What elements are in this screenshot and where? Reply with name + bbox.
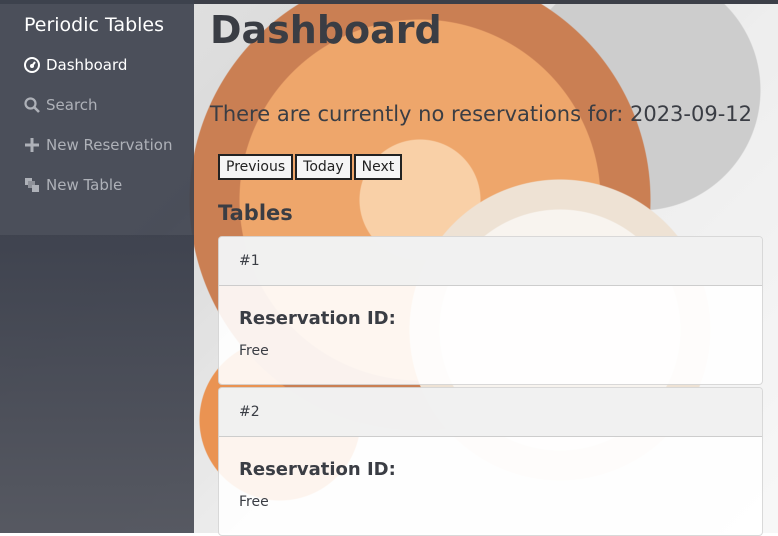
plus-icon (24, 137, 40, 153)
table-card: #2 Reservation ID: Free (218, 387, 763, 536)
date-controls: Previous Today Next (218, 154, 404, 180)
sidebar-item-new-table[interactable]: New Table (24, 176, 122, 194)
page-title: Dashboard (210, 8, 442, 52)
sidebar-lower-panel (0, 235, 194, 533)
sidebar-item-label: Search (46, 96, 98, 114)
sidebar-item-dashboard[interactable]: Dashboard (24, 56, 127, 74)
reservation-id-label: Reservation ID: (239, 308, 396, 329)
sidebar-item-search[interactable]: Search (24, 96, 98, 114)
dashboard-icon (24, 57, 40, 73)
sidebar-item-label: Dashboard (46, 56, 128, 74)
main-content: Dashboard There are currently no reserva… (194, 0, 778, 536)
tables-heading: Tables (218, 201, 293, 225)
sidebar-item-label: New Table (46, 176, 123, 194)
table-card-body: Reservation ID: Free (219, 437, 762, 535)
table-name: #1 (219, 237, 762, 286)
table-name: #2 (219, 388, 762, 437)
previous-button[interactable]: Previous (218, 154, 294, 180)
next-button[interactable]: Next (353, 154, 403, 180)
brand-title[interactable]: Periodic Tables (0, 14, 188, 36)
sidebar-item-new-reservation[interactable]: New Reservation (24, 136, 172, 154)
reservations-message: There are currently no reservations for:… (210, 102, 753, 126)
sidebar-item-label: New Reservation (46, 136, 173, 154)
table-card: #1 Reservation ID: Free (218, 236, 763, 385)
sidebar: Periodic Tables Dashboard Search New Res… (0, 0, 194, 533)
search-icon (24, 97, 40, 113)
table-status: Free (239, 343, 269, 359)
today-button[interactable]: Today (295, 154, 352, 180)
layers-icon (24, 177, 40, 193)
table-card-body: Reservation ID: Free (219, 286, 762, 384)
table-status: Free (239, 494, 269, 510)
reservation-id-label: Reservation ID: (239, 459, 396, 480)
